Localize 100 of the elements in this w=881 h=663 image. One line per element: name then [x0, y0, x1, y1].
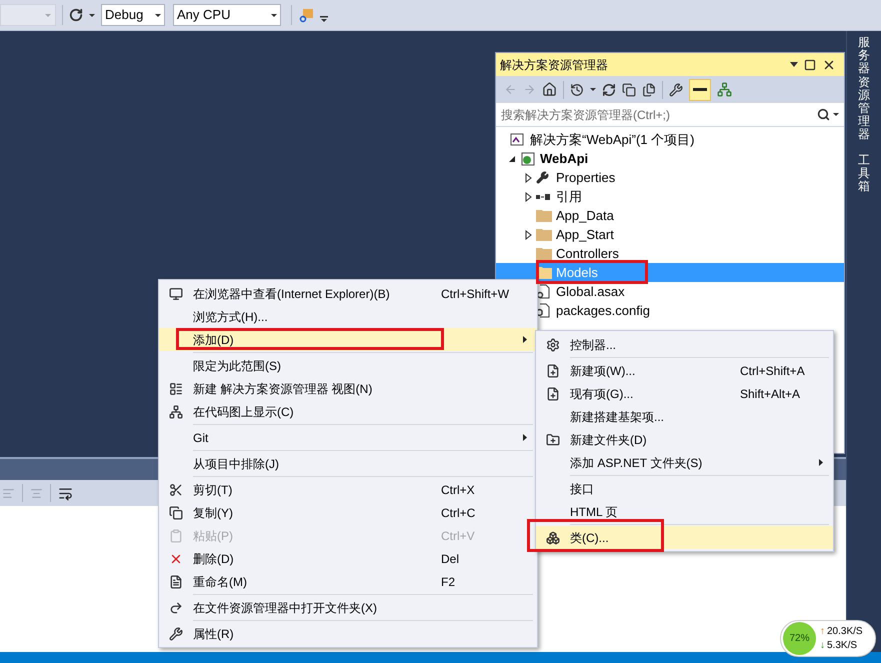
- class-icon: [546, 530, 560, 544]
- menu-label: Git: [193, 430, 210, 446]
- tree-item[interactable]: 解决方案“WebApi”(1 个项目): [496, 130, 844, 149]
- folder-icon: [536, 247, 552, 260]
- side-tab[interactable]: 工具箱: [858, 154, 870, 194]
- menu-item[interactable]: 接口: [536, 477, 833, 500]
- tree-item[interactable]: App_Data: [496, 206, 844, 225]
- menu-item[interactable]: 限定为此范围(S): [159, 354, 537, 377]
- menu-item[interactable]: 重命名(M) F2: [159, 570, 537, 593]
- wrench-icon: [169, 626, 183, 640]
- menu-item[interactable]: 添加 ASP.NET 文件夹(S): [536, 451, 833, 474]
- controller-icon: [546, 338, 560, 352]
- menu-label: 添加(D): [193, 332, 235, 348]
- configuration-dropdown[interactable]: Debug: [101, 4, 165, 26]
- tree-label: Global.asax: [556, 282, 625, 301]
- tree-label: Properties: [556, 168, 616, 187]
- dropdown-icon[interactable]: [790, 62, 798, 67]
- code-map-icon: [169, 404, 183, 418]
- tree-item[interactable]: App_Start: [496, 225, 844, 244]
- menu-item[interactable]: 属性(R): [159, 622, 537, 645]
- refresh-icon[interactable]: [69, 8, 83, 22]
- upload-arrow-icon: ↑: [820, 624, 825, 638]
- collapsed-triangle-icon[interactable]: [524, 192, 532, 202]
- tree-label: WebApi: [540, 150, 588, 168]
- open-folder-arrow-icon: [169, 600, 183, 614]
- scissors-icon: [169, 482, 183, 496]
- search-icon[interactable]: [817, 108, 830, 121]
- find-folder-icon[interactable]: [298, 7, 314, 23]
- menu-label: 在代码图上显示(C): [193, 404, 295, 420]
- copy-icon: [169, 506, 183, 520]
- menu-item[interactable]: 在代码图上显示(C): [159, 400, 537, 423]
- menu-label: 接口: [570, 480, 595, 498]
- download-arrow-icon: ↓: [820, 638, 825, 652]
- word-wrap-icon[interactable]: [58, 486, 73, 500]
- collapse-icon[interactable]: [622, 82, 636, 96]
- preview-toggle[interactable]: [689, 78, 711, 100]
- panel-title: 解决方案资源管理器: [500, 56, 608, 74]
- menu-item[interactable]: 新建项(W)... Ctrl+Shift+A: [536, 359, 833, 382]
- menu-item[interactable]: 删除(D) Del: [159, 547, 537, 570]
- platform-dropdown[interactable]: Any CPU: [173, 4, 281, 26]
- usage-gauge: 72%: [783, 622, 816, 655]
- upload-speed: 20.3K/S: [827, 624, 863, 638]
- home-icon[interactable]: [542, 82, 557, 97]
- shortcut-text: Ctrl+Shift+W: [441, 286, 510, 302]
- search-field[interactable]: 搜索解决方案资源管理器(Ctrl+;): [501, 106, 791, 124]
- menu-label: 新建文件夹(D): [570, 432, 648, 448]
- tree-item[interactable]: Properties: [496, 168, 844, 187]
- menu-label: 粘贴(P): [193, 528, 234, 544]
- paste-icon: [169, 528, 183, 542]
- menu-item[interactable]: 从项目中排除(J): [159, 452, 537, 475]
- show-all-files-icon[interactable]: [642, 82, 656, 96]
- menu-item[interactable]: 新建文件夹(D): [536, 428, 833, 451]
- existing-item-icon: [546, 386, 560, 400]
- menu-label: 新建项(W)...: [570, 362, 636, 380]
- tree-label: Controllers: [556, 244, 619, 263]
- menu-item[interactable]: Git: [159, 426, 537, 449]
- overflow-icon[interactable]: [320, 14, 328, 24]
- menu-label: 控制器...: [570, 336, 618, 354]
- menu-item[interactable]: HTML 页: [536, 500, 833, 523]
- menu-label: 属性(R): [193, 626, 235, 642]
- references-icon: [536, 192, 550, 200]
- shortcut-text: Ctrl+C: [441, 504, 476, 522]
- code-map-icon[interactable]: [717, 82, 732, 97]
- menu-item[interactable]: 控制器...: [536, 333, 833, 356]
- menu-label: 在浏览器中查看(Internet Explorer)(B): [193, 286, 391, 302]
- menu-label: 删除(D): [193, 550, 235, 568]
- tree-item[interactable]: WebApi: [496, 149, 844, 168]
- tree-label: 解决方案“WebApi”(1 个项目): [530, 130, 694, 149]
- caret-icon: [590, 88, 596, 91]
- tree-label: 引用: [556, 188, 582, 206]
- menu-label: 浏览方式(H)...: [193, 308, 269, 326]
- sync-icon[interactable]: [602, 82, 616, 96]
- folder-icon: [536, 209, 552, 222]
- caret-icon: [271, 14, 277, 16]
- menu-item[interactable]: 类(C)...: [536, 526, 833, 549]
- menu-item[interactable]: 复制(Y) Ctrl+C: [159, 501, 537, 524]
- menu-label: HTML 页: [570, 504, 619, 520]
- shortcut-text: Shift+Alt+A: [740, 386, 800, 402]
- expanded-triangle-icon[interactable]: [508, 154, 516, 162]
- menu-item[interactable]: 剪切(T) Ctrl+X: [159, 478, 537, 501]
- menu-item[interactable]: 现有项(G)... Shift+Alt+A: [536, 382, 833, 405]
- menu-label: 重命名(M): [193, 574, 248, 590]
- side-tab[interactable]: 服务器资源管理器: [858, 36, 870, 142]
- menu-label: 类(C)...: [570, 530, 610, 546]
- menu-item[interactable]: 新建搭建基架项...: [536, 405, 833, 428]
- config-file-icon: [536, 303, 550, 318]
- history-icon[interactable]: [570, 82, 584, 96]
- menu-item[interactable]: 新建 解决方案资源管理器 视图(N): [159, 377, 537, 400]
- new-folder-icon: [546, 432, 560, 446]
- tree-item[interactable]: Controllers: [496, 244, 844, 263]
- collapsed-triangle-icon[interactable]: [524, 230, 532, 240]
- new-item-icon: [546, 364, 560, 378]
- tree-item[interactable]: 引用: [496, 187, 844, 206]
- collapsed-triangle-icon[interactable]: [524, 172, 532, 182]
- caret-icon: [155, 14, 161, 16]
- maximize-icon[interactable]: [804, 58, 816, 70]
- menu-label: 限定为此范围(S): [193, 358, 282, 374]
- menu-item[interactable]: 在文件资源管理器中打开文件夹(X): [159, 596, 537, 619]
- properties-icon[interactable]: [669, 82, 683, 96]
- solution-icon: [510, 133, 524, 146]
